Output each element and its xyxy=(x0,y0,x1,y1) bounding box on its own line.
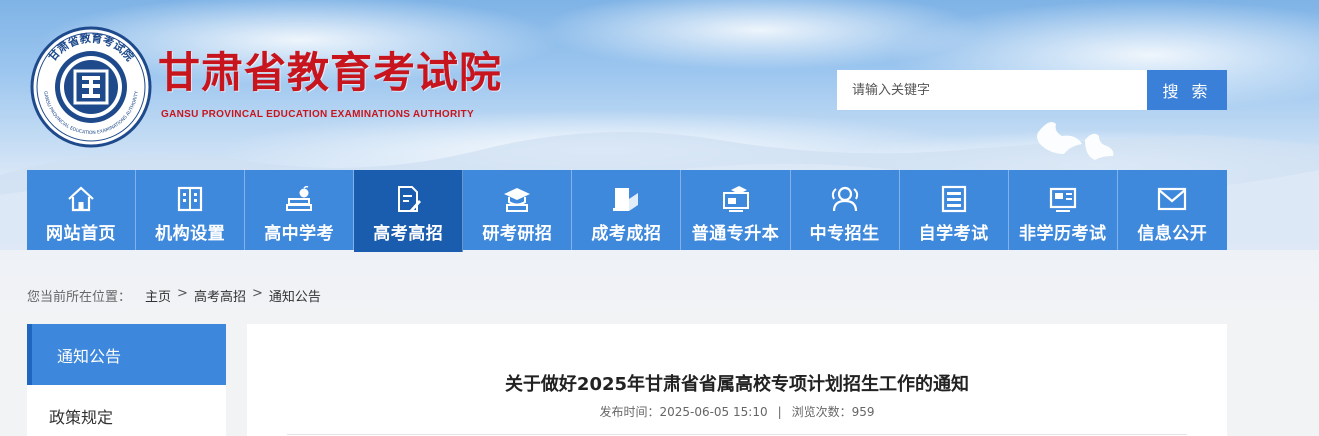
breadcrumb-separator: > xyxy=(177,286,188,301)
graduation-cap-icon xyxy=(501,184,533,214)
nav-label: 高考高招 xyxy=(373,224,444,244)
article-panel: 关于做好2025年甘肃省省属高校专项计划招生工作的通知 发布时间：2025-06… xyxy=(247,324,1227,436)
nav-label: 网站首页 xyxy=(46,224,117,244)
nav-label: 机构设置 xyxy=(155,224,226,244)
nav-item-home[interactable]: 网站首页 xyxy=(27,170,137,250)
breadcrumb: 您当前所在位置： 主页 > 高考高招 > 通知公告 xyxy=(27,286,321,305)
building-icon xyxy=(174,184,206,214)
article-title: 关于做好2025年甘肃省省属高校专项计划招生工作的通知 xyxy=(504,374,970,395)
nav-item-adult-exam[interactable]: 成考成招 xyxy=(572,170,682,250)
nav-item-postgraduate[interactable]: 研考研招 xyxy=(463,170,573,250)
nav-label: 成考成招 xyxy=(591,224,662,244)
breadcrumb-gaokao-link[interactable]: 高考高招 xyxy=(194,286,246,305)
nav-label: 中专招生 xyxy=(809,224,880,244)
document-pen-icon xyxy=(392,184,424,214)
monitor-cap-icon xyxy=(720,184,752,214)
breadcrumb-notice-link[interactable]: 通知公告 xyxy=(269,286,321,305)
search-button[interactable]: 搜 索 xyxy=(1147,70,1227,110)
home-icon xyxy=(65,184,97,214)
sidebar: 通知公告 政策规定 xyxy=(27,324,226,436)
site-title[interactable]: 甘肃省教育考试院 xyxy=(158,52,502,94)
nav-label: 信息公开 xyxy=(1137,224,1208,244)
sidebar-item-notices[interactable]: 通知公告 xyxy=(27,324,226,385)
article-meta: 发布时间：2025-06-05 15:10 | 浏览次数：959 xyxy=(247,403,1227,420)
search-input[interactable] xyxy=(837,70,1147,110)
views-label: 浏览次数： xyxy=(791,405,852,419)
nav-label: 非学历考试 xyxy=(1018,224,1107,244)
nav-item-vocational[interactable]: 中专招生 xyxy=(790,170,900,250)
nav-item-info-public[interactable]: 信息公开 xyxy=(1117,170,1227,250)
nav-item-non-degree[interactable]: 非学历考试 xyxy=(1008,170,1118,250)
nav-item-high-school-exam[interactable]: 高中学考 xyxy=(245,170,355,250)
main-nav: 网站首页 机构设置 高中学考 高考高招 研考研招 成考成招 普通专升本 中专招生… xyxy=(27,170,1227,252)
breadcrumb-prefix: 您当前所在位置： xyxy=(27,290,132,305)
nav-item-gaokao[interactable]: 高考高招 xyxy=(354,170,464,252)
divider xyxy=(287,434,1187,435)
sidebar-item-policies[interactable]: 政策规定 xyxy=(27,385,226,436)
nav-label: 研考研招 xyxy=(482,224,553,244)
views-count: 959 xyxy=(851,405,875,419)
users-icon xyxy=(829,184,861,214)
meta-separator: | xyxy=(777,405,782,419)
publish-time: 2025-06-05 15:10 xyxy=(659,405,768,419)
breadcrumb-separator: > xyxy=(251,286,263,301)
publish-label: 发布时间： xyxy=(599,405,660,419)
nav-label: 自学考试 xyxy=(918,224,989,244)
nav-label: 高中学考 xyxy=(264,224,335,244)
id-card-icon xyxy=(1047,184,1079,214)
nav-item-upgrade[interactable]: 普通专升本 xyxy=(681,170,791,250)
site-subtitle: GANSU PROVINCAL EDUCATION EXAMINATIONS A… xyxy=(161,109,474,120)
mail-icon xyxy=(1156,184,1188,214)
breadcrumb-home-link[interactable]: 主页 xyxy=(145,286,171,305)
books-apple-icon xyxy=(283,184,315,214)
laptop-icon xyxy=(610,184,642,214)
nav-item-organization[interactable]: 机构设置 xyxy=(136,170,246,250)
logo-seal: 甘肃省教育考试院 GANSU PROVINCIAL EDUCATION EXAM… xyxy=(30,26,152,148)
list-document-icon xyxy=(938,184,970,214)
nav-label: 普通专升本 xyxy=(691,224,780,244)
nav-item-self-study[interactable]: 自学考试 xyxy=(899,170,1009,250)
